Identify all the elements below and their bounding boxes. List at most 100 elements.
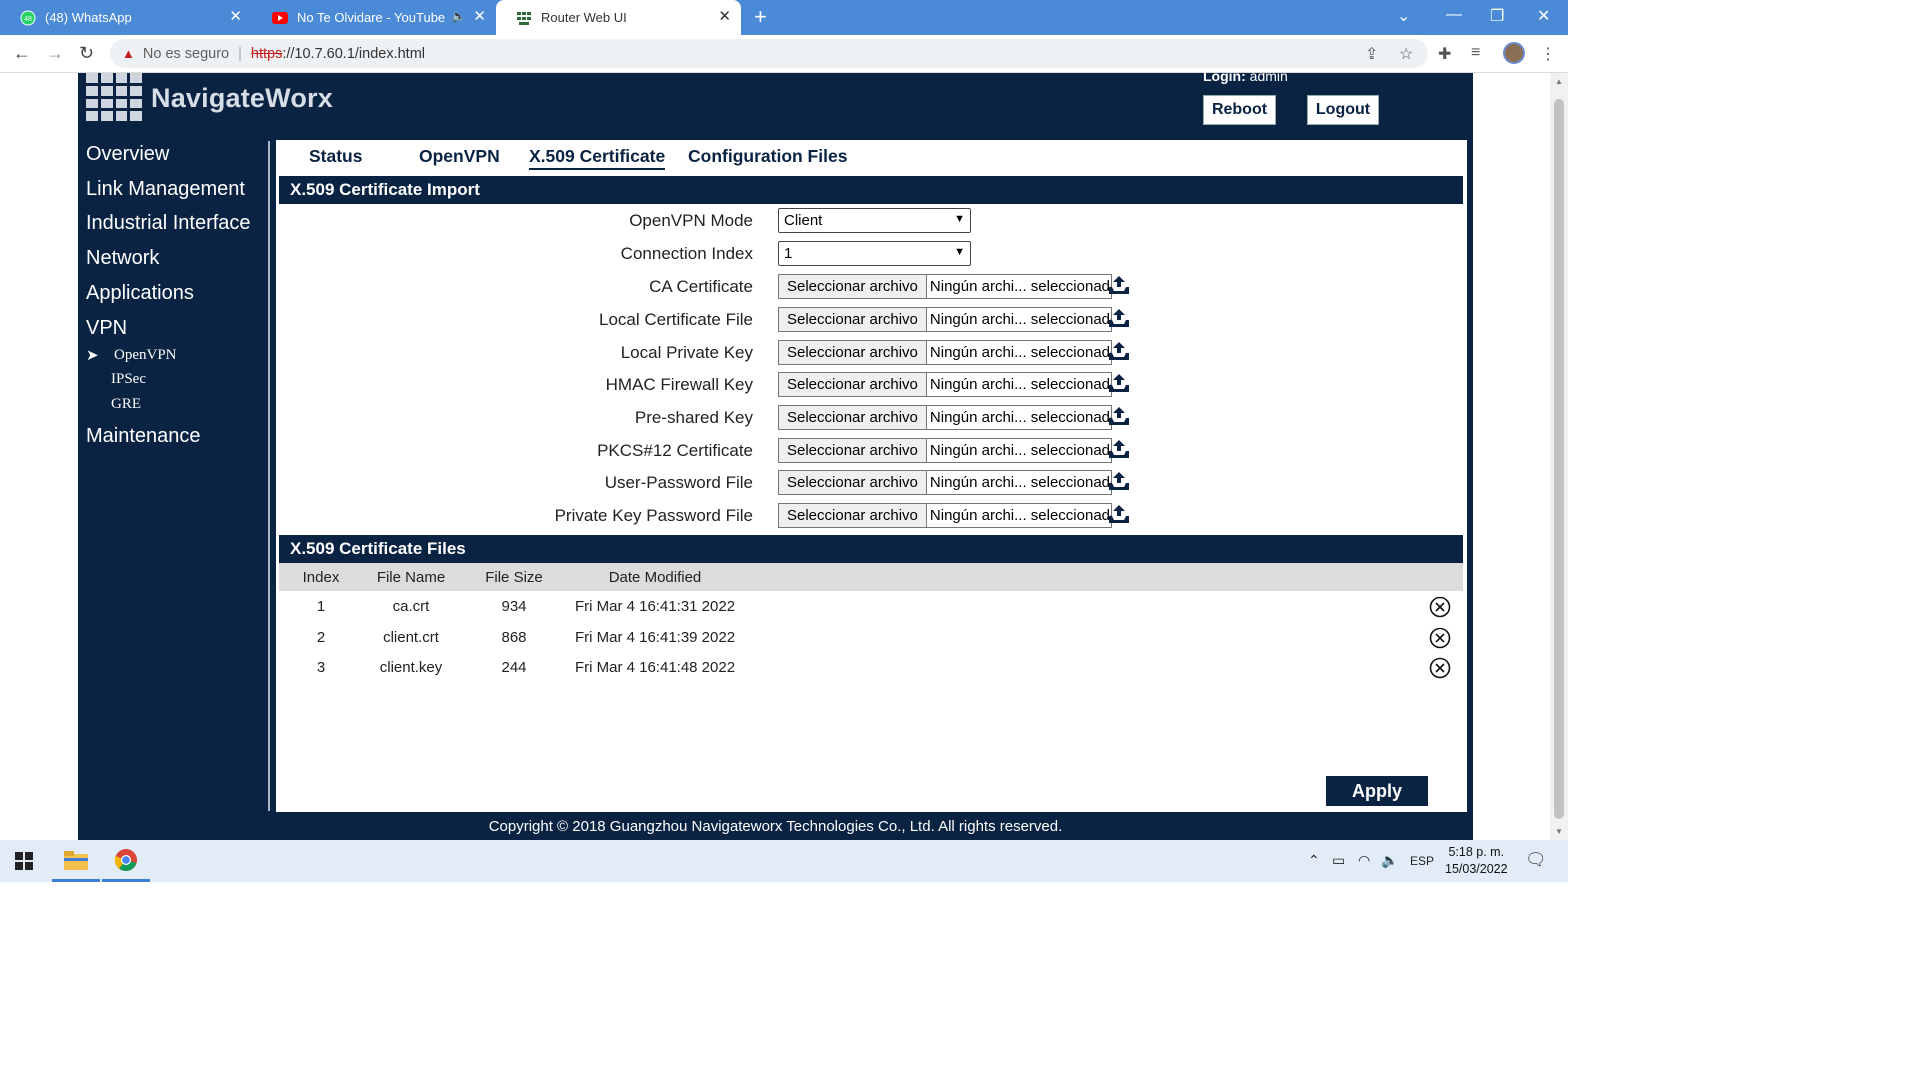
file-input[interactable]: Seleccionar archivo Ningún archi... sele… bbox=[778, 339, 1112, 365]
bookmark-star-icon[interactable]: ☆ bbox=[1399, 44, 1413, 64]
column-header: File Name bbox=[376, 569, 446, 586]
file-input[interactable]: Seleccionar archivo Ningún archi... sele… bbox=[778, 273, 1112, 299]
close-tab-icon[interactable]: ✕ bbox=[473, 9, 486, 25]
close-window-icon[interactable]: ✕ bbox=[1537, 6, 1550, 26]
back-icon[interactable]: ← bbox=[13, 43, 31, 64]
field-label: CA Certificate bbox=[649, 277, 753, 296]
choose-file-button[interactable]: Seleccionar archivo bbox=[778, 469, 927, 495]
new-tab-button[interactable]: + bbox=[754, 6, 767, 28]
file-input[interactable]: Seleccionar archivo Ningún archi... sele… bbox=[778, 371, 1112, 397]
choose-file-button[interactable]: Seleccionar archivo bbox=[778, 371, 927, 397]
extensions-icon[interactable]: ✚ bbox=[1438, 44, 1451, 64]
upload-icon[interactable] bbox=[1108, 341, 1130, 361]
cell-file-size: 244 bbox=[501, 659, 527, 676]
main-content: Status OpenVPN X.509 Certificate Configu… bbox=[276, 140, 1467, 812]
menu-icon[interactable]: ⋮ bbox=[1540, 44, 1556, 64]
tab-router-web-ui[interactable]: Router Web UI ✕ bbox=[496, 0, 741, 35]
upload-icon[interactable] bbox=[1108, 471, 1130, 491]
page-viewport: NavigateWorx Login: admin Reboot Logout … bbox=[0, 73, 1550, 840]
upload-icon[interactable] bbox=[1108, 275, 1130, 295]
delete-icon[interactable] bbox=[1429, 627, 1451, 649]
field-label: Private Key Password File bbox=[554, 506, 753, 525]
choose-file-button[interactable]: Seleccionar archivo bbox=[778, 339, 927, 365]
share-icon[interactable]: ⇪ bbox=[1365, 44, 1378, 64]
nav-link-management[interactable]: Link Management bbox=[86, 178, 245, 201]
language-indicator[interactable]: ESP bbox=[1410, 854, 1434, 868]
restore-icon[interactable]: ❐ bbox=[1490, 6, 1504, 26]
cell-index: 3 bbox=[316, 659, 326, 676]
media-control-icon[interactable]: ≡ bbox=[1471, 44, 1480, 62]
battery-icon[interactable]: ▭ bbox=[1332, 852, 1345, 869]
tab-configuration-files[interactable]: Configuration Files bbox=[688, 146, 847, 167]
nav-openvpn[interactable]: OpenVPN bbox=[114, 347, 177, 364]
cell-file-size: 868 bbox=[501, 629, 527, 646]
notifications-icon[interactable]: 🗨 bbox=[1525, 850, 1547, 870]
forward-icon[interactable]: → bbox=[46, 43, 64, 64]
logout-button[interactable]: Logout bbox=[1307, 95, 1379, 125]
form-row-pkcs12-certificate: PKCS#12 Certificate Seleccionar archivo … bbox=[276, 437, 1467, 465]
minimize-icon[interactable]: — bbox=[1446, 6, 1462, 24]
close-tab-icon[interactable]: ✕ bbox=[229, 9, 242, 25]
nav-overview[interactable]: Overview bbox=[86, 143, 169, 166]
file-explorer-icon[interactable] bbox=[52, 840, 100, 882]
scrollbar-thumb[interactable] bbox=[1554, 99, 1564, 819]
tab-youtube[interactable]: No Te Olvidare - YouTube 🔈 ✕ bbox=[252, 0, 496, 35]
file-input[interactable]: Seleccionar archivo Ningún archi... sele… bbox=[778, 306, 1112, 332]
system-clock[interactable]: 5:18 p. m. 15/03/2022 bbox=[1445, 844, 1508, 878]
nav-applications[interactable]: Applications bbox=[86, 282, 194, 305]
profile-avatar[interactable] bbox=[1503, 42, 1525, 64]
cell-file-name: client.crt bbox=[383, 629, 439, 646]
column-header: File Size bbox=[485, 569, 543, 586]
close-tab-icon[interactable]: ✕ bbox=[718, 9, 731, 25]
upload-icon[interactable] bbox=[1108, 308, 1130, 328]
openvpn-mode-select[interactable]: Client ▼ bbox=[778, 208, 971, 233]
upload-icon[interactable] bbox=[1108, 406, 1130, 426]
nav-vpn[interactable]: VPN bbox=[86, 317, 127, 340]
youtube-icon bbox=[272, 10, 288, 26]
whatsapp-icon: 48 bbox=[20, 10, 36, 26]
delete-icon[interactable] bbox=[1429, 596, 1451, 618]
file-input[interactable]: Seleccionar archivo Ningún archi... sele… bbox=[778, 437, 1112, 463]
login-user: admin bbox=[1249, 73, 1288, 84]
tab-search-icon[interactable]: ⌄ bbox=[1397, 6, 1410, 26]
tab-whatsapp[interactable]: 48 (48) WhatsApp ✕ bbox=[0, 0, 252, 35]
nav-industrial-interface[interactable]: Industrial Interface bbox=[86, 212, 251, 235]
file-input[interactable]: Seleccionar archivo Ningún archi... sele… bbox=[778, 404, 1112, 430]
tab-x509-certificate[interactable]: X.509 Certificate bbox=[529, 146, 666, 170]
choose-file-button[interactable]: Seleccionar archivo bbox=[778, 273, 927, 299]
scroll-down-icon[interactable]: ▼ bbox=[1555, 827, 1563, 836]
upload-icon[interactable] bbox=[1108, 373, 1130, 393]
tab-openvpn[interactable]: OpenVPN bbox=[419, 146, 500, 167]
choose-file-button[interactable]: Seleccionar archivo bbox=[778, 404, 927, 430]
choose-file-button[interactable]: Seleccionar archivo bbox=[778, 502, 927, 528]
brand-name: NavigateWorx bbox=[151, 82, 333, 113]
nav-maintenance[interactable]: Maintenance bbox=[86, 425, 201, 448]
upload-icon[interactable] bbox=[1108, 439, 1130, 459]
address-bar[interactable]: ▲ No es seguro | https ://10.7.60.1/inde… bbox=[110, 39, 1428, 68]
file-input[interactable]: Seleccionar archivo Ningún archi... sele… bbox=[778, 502, 1112, 528]
cell-date-modified: Fri Mar 4 16:41:31 2022 bbox=[574, 598, 736, 615]
file-input[interactable]: Seleccionar archivo Ningún archi... sele… bbox=[778, 469, 1112, 495]
choose-file-button[interactable]: Seleccionar archivo bbox=[778, 306, 927, 332]
wifi-icon[interactable]: ◠ bbox=[1358, 852, 1370, 869]
nav-ipsec[interactable]: IPSec bbox=[111, 371, 146, 388]
chrome-icon[interactable] bbox=[102, 840, 150, 882]
speaker-icon[interactable]: 🔈 bbox=[451, 9, 466, 23]
chevron-up-icon[interactable]: ⌃ bbox=[1308, 852, 1320, 869]
delete-icon[interactable] bbox=[1429, 657, 1451, 679]
tab-status[interactable]: Status bbox=[309, 146, 362, 167]
nav-network[interactable]: Network bbox=[86, 247, 159, 270]
vertical-scrollbar[interactable]: ▲ ▼ bbox=[1550, 73, 1568, 840]
scroll-up-icon[interactable]: ▲ bbox=[1555, 77, 1563, 86]
nav-gre[interactable]: GRE bbox=[111, 396, 141, 413]
upload-icon[interactable] bbox=[1108, 504, 1130, 524]
reboot-button[interactable]: Reboot bbox=[1203, 95, 1276, 125]
windows-start-icon[interactable] bbox=[0, 840, 48, 882]
reload-icon[interactable]: ↻ bbox=[79, 43, 94, 64]
cell-date-modified: Fri Mar 4 16:41:48 2022 bbox=[574, 659, 736, 676]
apply-button[interactable]: Apply bbox=[1326, 776, 1428, 806]
volume-icon[interactable]: 🔈 bbox=[1381, 852, 1398, 869]
connection-index-select[interactable]: 1 ▼ bbox=[778, 241, 971, 266]
choose-file-button[interactable]: Seleccionar archivo bbox=[778, 437, 927, 463]
security-status[interactable]: No es seguro bbox=[143, 46, 229, 62]
